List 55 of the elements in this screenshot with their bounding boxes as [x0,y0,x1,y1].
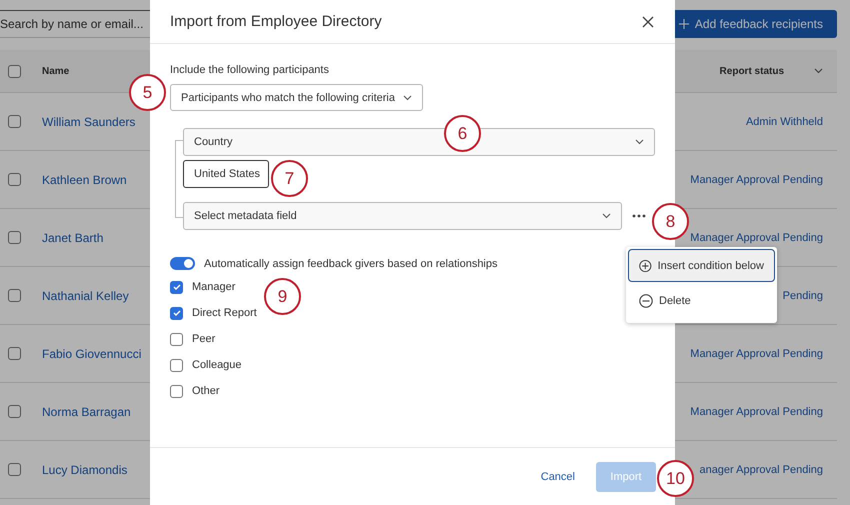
toggle-label: Automatically assign feedback givers based on relationships [204,258,498,270]
checkbox-label: Peer [192,333,216,345]
report-status-link[interactable]: Manager Approval Pending [690,406,823,418]
check-icon [172,310,180,316]
row-checkbox[interactable] [8,289,21,302]
report-status-link[interactable]: anager Approval Pending [699,464,823,476]
chevron-down-icon [635,139,644,145]
name-link[interactable]: Fabio Giovennucci [42,346,142,360]
column-header: Name [42,66,70,76]
checkbox[interactable] [170,280,183,294]
metadata-field-select[interactable]: Select metadata field [183,202,622,230]
participants-select[interactable]: Participants who match the following criteria [170,84,423,111]
toggle-switch[interactable] [170,257,195,270]
checkbox[interactable] [170,384,183,398]
report-status-link[interactable]: Manager Approval Pending [690,348,823,360]
select-all-checkbox[interactable] [8,64,21,78]
checkbox-label: Colleague [192,359,242,371]
name-link[interactable]: Lucy Diamondis [42,462,128,476]
checkbox[interactable] [170,306,183,320]
report-status-link[interactable]: Pending [782,290,823,302]
check-icon [172,284,180,290]
checkbox-label: Manager [192,281,236,293]
column-header: Report status [720,66,784,76]
close-icon[interactable] [641,14,655,28]
dialog-title: Import from Employee Directory [170,13,382,30]
checkbox[interactable] [170,332,183,346]
row-checkbox[interactable] [8,173,21,186]
search-field[interactable]: Search by name or email... [0,10,150,38]
checkbox[interactable] [170,358,183,372]
name-link[interactable]: Norma Barragan [42,404,131,418]
report-status-link[interactable]: Manager Approval Pending [690,174,823,186]
row-checkbox[interactable] [8,347,21,360]
row-checkbox[interactable] [8,463,21,476]
name-link[interactable]: Nathanial Kelley [42,288,129,302]
chevron-down-icon [814,68,823,74]
chevron-down-icon [402,94,412,100]
row-checkbox[interactable] [8,115,21,128]
chevron-down-icon [602,213,611,219]
report-status-link[interactable]: Admin Withheld [746,116,823,128]
checkbox-label: Direct Report [192,307,257,319]
minus-circle-icon [639,294,653,308]
report-status-link[interactable]: Manager Approval Pending [690,232,823,244]
plus-icon [678,19,689,29]
name-link[interactable]: Janet Barth [42,230,104,244]
name-link[interactable]: Kathleen Brown [42,172,127,186]
menu-item[interactable]: Insert condition below [628,249,775,282]
include-label: Include the following participants [170,64,329,76]
value-field[interactable]: United States [183,160,269,188]
row-checkbox[interactable] [8,405,21,418]
plus-circle-icon [639,258,652,272]
more-icon[interactable] [631,212,647,220]
cancel-button[interactable]: Cancel [540,470,575,482]
row-checkbox[interactable] [8,231,21,244]
checkbox-label: Other [192,385,220,397]
name-link[interactable]: William Saunders [42,114,136,128]
